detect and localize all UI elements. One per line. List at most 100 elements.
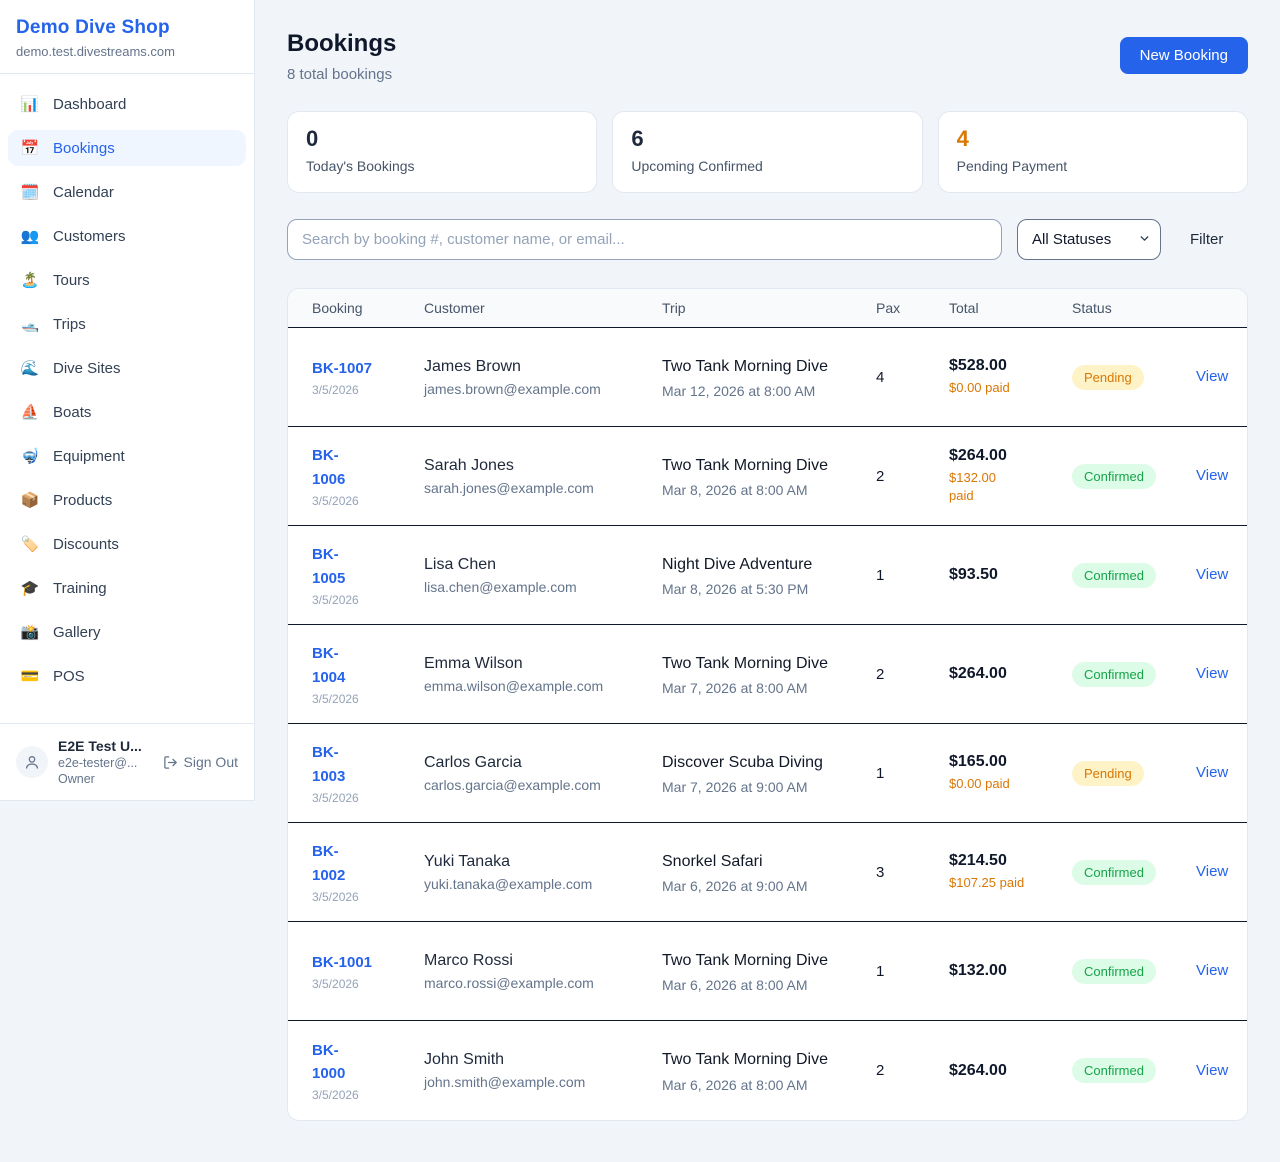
view-link[interactable]: View (1196, 467, 1228, 484)
credit-card-icon: 💳 (20, 667, 40, 685)
customer-cell: Carlos Garcia carlos.garcia@example.com (424, 754, 662, 793)
view-link[interactable]: View (1196, 665, 1228, 682)
sidebar-item-label: Equipment (53, 448, 125, 465)
stat-card-upcoming-confirmed: 6 Upcoming Confirmed (612, 111, 922, 193)
table-row: BK-1005 3/5/2026 Lisa Chen lisa.chen@exa… (288, 526, 1247, 625)
status-cell: Confirmed (1072, 860, 1196, 885)
table-row: BK-1002 3/5/2026 Yuki Tanaka yuki.tanaka… (288, 823, 1247, 922)
booking-cell: BK-1002 3/5/2026 (312, 840, 424, 904)
island-icon: 🏝️ (20, 271, 40, 289)
status-cell: Pending (1072, 761, 1196, 786)
total-amount: $214.50 (949, 852, 1056, 870)
column-header-trip: Trip (662, 300, 876, 316)
sidebar-item-bookings[interactable]: 📅 Bookings (8, 130, 246, 166)
pax-cell: 3 (876, 864, 949, 881)
status-select[interactable]: All Statuses (1017, 219, 1161, 260)
stat-label: Pending Payment (957, 158, 1229, 174)
customer-cell: John Smith john.smith@example.com (424, 1051, 662, 1090)
booking-id-link[interactable]: BK-1000 (312, 1039, 408, 1086)
booking-date: 3/5/2026 (312, 890, 408, 904)
sailboat-icon: ⛵ (20, 403, 40, 421)
booking-date: 3/5/2026 (312, 791, 408, 805)
status-badge: Pending (1072, 761, 1144, 786)
sidebar-item-customers[interactable]: 👥 Customers (8, 218, 246, 254)
booking-cell: BK-1006 3/5/2026 (312, 444, 424, 508)
column-header-customer: Customer (424, 300, 662, 316)
diving-mask-icon: 🤿 (20, 447, 40, 465)
sidebar-item-gallery[interactable]: 📸 Gallery (8, 614, 246, 650)
customer-name: John Smith (424, 1051, 646, 1069)
person-icon (24, 754, 40, 770)
trip-datetime: Mar 8, 2026 at 8:00 AM (662, 482, 860, 498)
stat-card-pending-payment: 4 Pending Payment (938, 111, 1248, 193)
customer-name: Carlos Garcia (424, 754, 646, 772)
total-cell: $165.00 $0.00 paid (949, 753, 1072, 793)
view-link[interactable]: View (1196, 1062, 1228, 1079)
filter-button[interactable]: Filter (1176, 223, 1237, 256)
view-link[interactable]: View (1196, 962, 1228, 979)
user-name: E2E Test U... (58, 738, 153, 754)
sidebar-item-label: Gallery (53, 624, 101, 641)
wave-icon: 🌊 (20, 359, 40, 377)
pax-cell: 1 (876, 765, 949, 782)
table-header-row: Booking Customer Trip Pax Total Status (288, 289, 1247, 328)
sidebar-item-calendar[interactable]: 🗓️ Calendar (8, 174, 246, 210)
status-cell: Confirmed (1072, 563, 1196, 588)
pax-cell: 1 (876, 567, 949, 584)
brand-block: Demo Dive Shop demo.test.divestreams.com (0, 0, 254, 74)
customer-cell: Emma Wilson emma.wilson@example.com (424, 655, 662, 694)
sidebar-item-trips[interactable]: 🛥️ Trips (8, 306, 246, 342)
customer-name: Sarah Jones (424, 457, 646, 475)
booking-id-link[interactable]: BK-1002 (312, 840, 408, 887)
sidebar-item-discounts[interactable]: 🏷️ Discounts (8, 526, 246, 562)
trip-datetime: Mar 6, 2026 at 8:00 AM (662, 1077, 860, 1093)
new-booking-button[interactable]: New Booking (1120, 37, 1248, 74)
table-row: BK-1007 3/5/2026 James Brown james.brown… (288, 328, 1247, 427)
sidebar-item-pos[interactable]: 💳 POS (8, 658, 246, 694)
sidebar-nav: 📊 Dashboard 📅 Bookings 🗓️ Calendar 👥 Cus… (0, 74, 254, 723)
customer-email: marco.rossi@example.com (424, 975, 646, 991)
trip-name: Snorkel Safari (662, 850, 834, 873)
package-icon: 📦 (20, 491, 40, 509)
trip-datetime: Mar 8, 2026 at 5:30 PM (662, 581, 860, 597)
trip-datetime: Mar 7, 2026 at 8:00 AM (662, 680, 860, 696)
sign-out-icon (163, 755, 178, 770)
booking-id-link[interactable]: BK-1005 (312, 543, 408, 590)
actions-cell: View (1196, 368, 1244, 386)
booking-id-link[interactable]: BK-1006 (312, 444, 408, 491)
booking-id-link[interactable]: BK-1003 (312, 741, 408, 788)
booking-id-link[interactable]: BK-1007 (312, 357, 408, 380)
sidebar-item-tours[interactable]: 🏝️ Tours (8, 262, 246, 298)
trip-datetime: Mar 6, 2026 at 9:00 AM (662, 878, 860, 894)
view-link[interactable]: View (1196, 863, 1228, 880)
paid-amount: $107.25 paid (949, 874, 1029, 892)
table-row: BK-1004 3/5/2026 Emma Wilson emma.wilson… (288, 625, 1247, 724)
sidebar-item-dashboard[interactable]: 📊 Dashboard (8, 86, 246, 122)
customer-name: Marco Rossi (424, 952, 646, 970)
page-subtitle: 8 total bookings (287, 66, 396, 83)
stat-value: 4 (957, 126, 1229, 152)
customer-email: james.brown@example.com (424, 381, 646, 397)
trip-name: Two Tank Morning Dive (662, 1048, 834, 1071)
booking-date: 3/5/2026 (312, 494, 408, 508)
sidebar-item-training[interactable]: 🎓 Training (8, 570, 246, 606)
booking-id-link[interactable]: BK-1001 (312, 951, 408, 974)
trip-datetime: Mar 6, 2026 at 8:00 AM (662, 977, 860, 993)
sidebar-item-products[interactable]: 📦 Products (8, 482, 246, 518)
page-title: Bookings (287, 30, 396, 58)
search-input[interactable] (287, 219, 1002, 260)
total-cell: $264.00 $132.00paid (949, 447, 1072, 505)
sidebar-item-dive-sites[interactable]: 🌊 Dive Sites (8, 350, 246, 386)
trip-name: Two Tank Morning Dive (662, 355, 834, 378)
sidebar-item-equipment[interactable]: 🤿 Equipment (8, 438, 246, 474)
actions-cell: View (1196, 863, 1244, 881)
sidebar-item-boats[interactable]: ⛵ Boats (8, 394, 246, 430)
view-link[interactable]: View (1196, 368, 1228, 385)
customer-name: James Brown (424, 358, 646, 376)
sign-out-button[interactable]: Sign Out (163, 754, 238, 770)
sidebar-item-label: Dive Sites (53, 360, 121, 377)
view-link[interactable]: View (1196, 764, 1228, 781)
booking-id-link[interactable]: BK-1004 (312, 642, 408, 689)
sidebar-item-label: Calendar (53, 184, 114, 201)
view-link[interactable]: View (1196, 566, 1228, 583)
